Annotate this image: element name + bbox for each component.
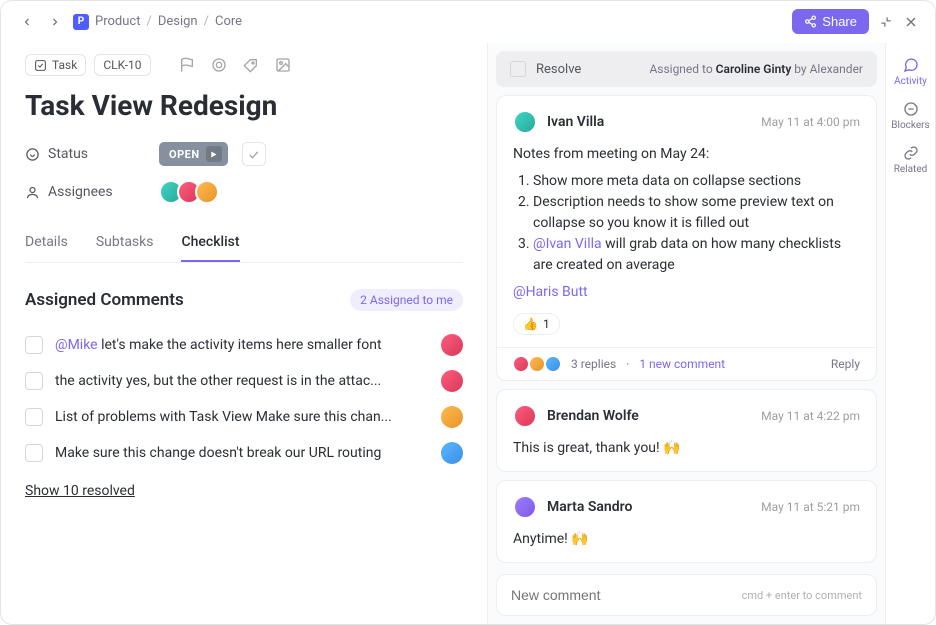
activity-panel: Resolve Assigned to Caroline Ginty by Al… [487, 43, 885, 624]
composer-hint: cmd + enter to comment [742, 589, 862, 602]
assigned-comment-row[interactable]: Make sure this change doesn't break our … [25, 435, 463, 471]
main-panel: Task CLK-10 Task View Redesign Status OP… [1, 43, 487, 624]
avatar [195, 180, 219, 204]
space-icon: P [73, 14, 89, 30]
breadcrumb-item[interactable]: Product [95, 14, 140, 29]
task-id-pill[interactable]: CLK-10 [94, 54, 150, 76]
thread-footer: 3 replies · 1 new comment Reply [497, 347, 876, 380]
new-comment-badge[interactable]: 1 new comment [639, 357, 725, 371]
comment-text: @Mike let's make the activity items here… [55, 337, 429, 353]
comment-author: Ivan Villa [547, 114, 604, 130]
comment-author: Brendan Wolfe [547, 408, 639, 424]
complete-checkbox[interactable] [242, 142, 266, 166]
avatar [545, 356, 561, 372]
rail-blockers[interactable]: Blockers [886, 101, 935, 131]
avatar [441, 442, 463, 464]
tab-checklist[interactable]: Checklist [181, 224, 239, 262]
close-icon[interactable] [903, 14, 919, 30]
rail-related[interactable]: Related [886, 145, 935, 175]
comment-thread: Marta Sandro May 11 at 5:21 pm Anytime! … [496, 480, 877, 563]
breadcrumb: P Product / Design / Core [73, 14, 242, 30]
status-label: Status [25, 146, 145, 162]
assigned-comment-row[interactable]: List of problems with Task View Make sur… [25, 399, 463, 435]
play-icon [206, 146, 222, 162]
comment-body: Anytime! 🙌 [513, 529, 860, 550]
comment-input[interactable] [511, 587, 742, 603]
image-icon[interactable] [271, 53, 295, 77]
avatar [441, 370, 463, 392]
assigned-info: Assigned to Caroline Ginty by Alexander [649, 62, 863, 76]
task-type-pill[interactable]: Task [25, 54, 86, 76]
rail-activity[interactable]: Activity [886, 57, 935, 87]
comment-text: Make sure this change doesn't break our … [55, 445, 429, 461]
resolve-label: Resolve [536, 62, 581, 77]
show-resolved-link[interactable]: Show 10 resolved [25, 483, 135, 499]
checkbox[interactable] [25, 336, 43, 354]
share-button[interactable]: Share [792, 9, 869, 34]
assigned-comment-row[interactable]: the activity yes, but the other request … [25, 363, 463, 399]
nav-back-button[interactable] [17, 12, 37, 32]
avatar [441, 334, 463, 356]
right-rail: Activity Blockers Related [885, 43, 935, 624]
avatar [441, 406, 463, 428]
comment-text: the activity yes, but the other request … [55, 373, 429, 389]
comment-time: May 11 at 4:22 pm [761, 409, 860, 423]
comment-thread: Ivan Villa May 11 at 4:00 pm Notes from … [496, 95, 877, 381]
topbar: P Product / Design / Core Share [1, 1, 935, 43]
status-pill[interactable]: OPEN [159, 142, 228, 166]
page-title: Task View Redesign [25, 89, 463, 122]
checkbox[interactable] [25, 444, 43, 462]
tab-details[interactable]: Details [25, 224, 68, 262]
assigned-comment-row[interactable]: @Mike let's make the activity items here… [25, 327, 463, 363]
checkbox[interactable] [25, 372, 43, 390]
breadcrumb-item[interactable]: Design [158, 14, 198, 29]
comment-composer[interactable]: cmd + enter to comment [496, 574, 877, 616]
avatar [513, 404, 537, 428]
comment-time: May 11 at 4:00 pm [761, 115, 860, 129]
resolve-checkbox[interactable] [510, 61, 526, 77]
breadcrumb-item[interactable]: Core [215, 14, 242, 29]
nav-forward-button[interactable] [45, 12, 65, 32]
comment-body: Notes from meeting on May 24: Show more … [513, 144, 860, 303]
avatar [513, 110, 537, 134]
avatar [513, 356, 529, 372]
flag-icon[interactable] [175, 53, 199, 77]
sprint-icon[interactable] [207, 53, 231, 77]
minimize-icon[interactable] [879, 15, 893, 29]
tag-icon[interactable] [239, 53, 263, 77]
checkbox[interactable] [25, 408, 43, 426]
assignee-avatars[interactable] [159, 180, 219, 204]
comment-thread: Brendan Wolfe May 11 at 4:22 pm This is … [496, 389, 877, 472]
tab-subtasks[interactable]: Subtasks [96, 224, 154, 262]
tabs: Details Subtasks Checklist [25, 224, 463, 263]
reaction-button[interactable]: 👍 1 [513, 313, 560, 335]
avatar [529, 356, 545, 372]
resolve-bar: Resolve Assigned to Caroline Ginty by Al… [496, 51, 877, 87]
comment-text: List of problems with Task View Make sur… [55, 409, 429, 425]
assigned-to-me-badge[interactable]: 2 Assigned to me [350, 289, 463, 311]
assignees-label: Assignees [25, 184, 145, 200]
comment-time: May 11 at 5:21 pm [761, 500, 860, 514]
comment-body: This is great, thank you! 🙌 [513, 438, 860, 459]
comment-author: Marta Sandro [547, 499, 632, 515]
replies-count[interactable]: 3 replies [571, 357, 616, 371]
reply-button[interactable]: Reply [831, 357, 860, 371]
avatar [513, 495, 537, 519]
assigned-comments-heading: Assigned Comments [25, 290, 184, 310]
